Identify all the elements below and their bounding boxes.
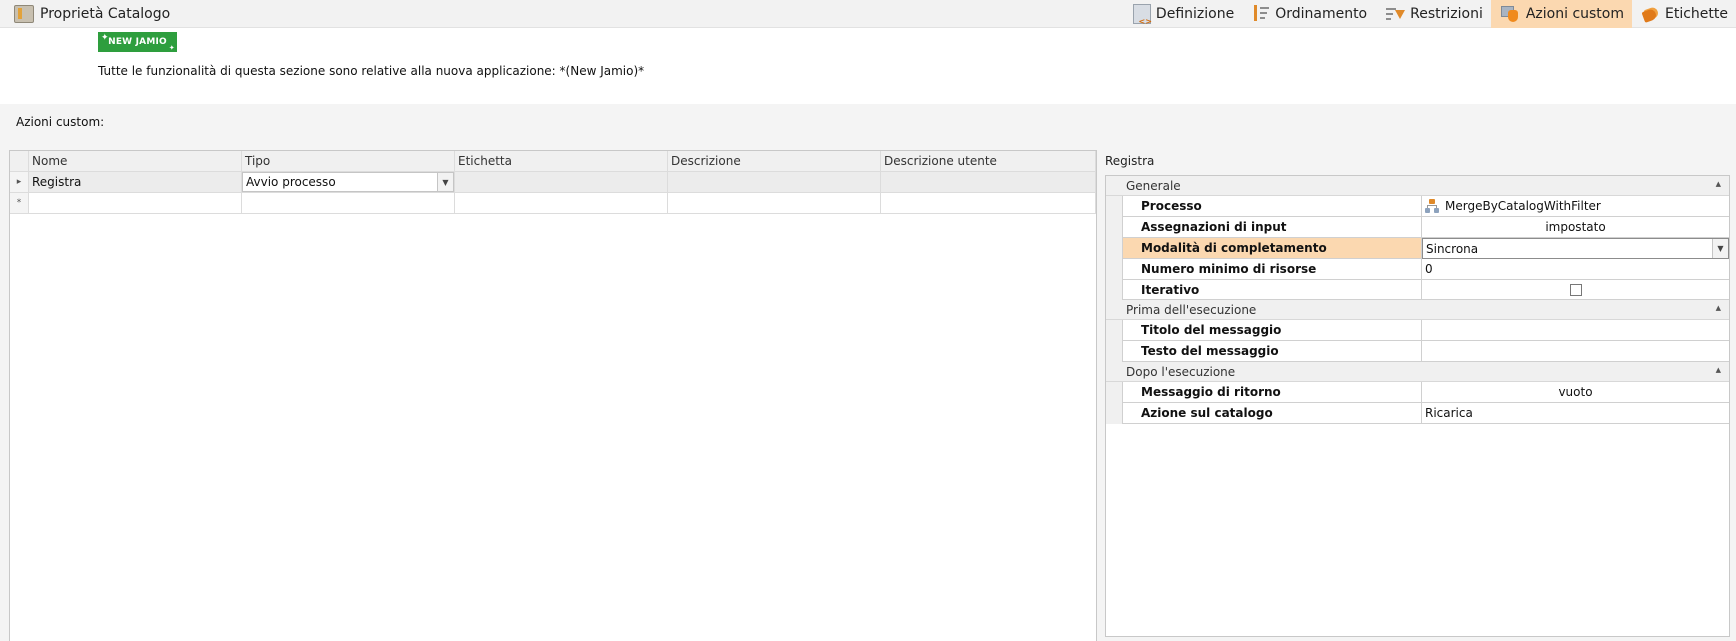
- new-cell-descrizione[interactable]: [668, 193, 881, 214]
- property-grid[interactable]: Generale ▲ Processo MergeByCatalogWithFi…: [1105, 175, 1730, 637]
- property-value[interactable]: [1422, 320, 1729, 341]
- category-dopo-esecuzione[interactable]: Dopo l'esecuzione ▲: [1106, 362, 1729, 382]
- category-label: Prima dell'esecuzione: [1126, 302, 1257, 317]
- iterativo-checkbox[interactable]: [1569, 283, 1582, 296]
- section-label: Azioni custom:: [16, 115, 105, 129]
- custom-actions-grid[interactable]: Nome Tipo Etichetta Descrizione Descrizi…: [9, 150, 1097, 641]
- property-value[interactable]: Sincrona ▼: [1422, 238, 1729, 259]
- category-prima-esecuzione[interactable]: Prima dell'esecuzione ▲: [1106, 300, 1729, 320]
- property-label: Testo del messaggio: [1122, 341, 1422, 362]
- column-header-tipo[interactable]: Tipo: [242, 151, 455, 172]
- sparkle-icon: ✦: [168, 44, 175, 52]
- chevron-down-icon[interactable]: ▼: [1712, 239, 1728, 258]
- tab-bar: Definizione Ordinamento Restrizioni Azio…: [1123, 0, 1736, 28]
- category-generale[interactable]: Generale ▲: [1106, 176, 1729, 196]
- collapse-icon[interactable]: ▲: [1716, 304, 1721, 312]
- process-icon: [1425, 199, 1439, 213]
- cell-descrizione-utente[interactable]: [881, 172, 1096, 193]
- tag-icon: [1641, 6, 1660, 23]
- new-cell-tipo[interactable]: [242, 193, 455, 214]
- new-cell-etichetta[interactable]: [455, 193, 668, 214]
- custom-action-icon: [1500, 4, 1521, 24]
- property-label: Processo: [1122, 196, 1422, 217]
- tab-azioni-custom[interactable]: Azioni custom: [1490, 0, 1632, 28]
- tab-ordinamento[interactable]: Ordinamento: [1242, 0, 1375, 28]
- chevron-down-icon[interactable]: ▼: [437, 173, 453, 191]
- property-value[interactable]: [1422, 280, 1729, 300]
- property-iterativo[interactable]: Iterativo: [1106, 280, 1729, 300]
- process-name: MergeByCatalogWithFilter: [1445, 199, 1601, 213]
- new-cell-nome[interactable]: [29, 193, 242, 214]
- tab-label: Restrizioni: [1410, 6, 1483, 22]
- property-label: Numero minimo di risorse: [1122, 259, 1422, 280]
- cell-etichetta[interactable]: [455, 172, 668, 193]
- collapse-icon[interactable]: ▲: [1716, 180, 1721, 188]
- definition-icon: [1132, 4, 1152, 26]
- property-value[interactable]: [1422, 341, 1729, 362]
- completion-mode-dropdown[interactable]: Sincrona ▼: [1422, 238, 1729, 259]
- property-label: Azione sul catalogo: [1122, 403, 1422, 424]
- tab-label: Etichette: [1665, 6, 1728, 22]
- completion-mode-value: Sincrona: [1426, 241, 1479, 256]
- column-header-descrizione-utente[interactable]: Descrizione utente: [881, 151, 1096, 172]
- row-selector[interactable]: ▸: [10, 172, 29, 193]
- property-label: Iterativo: [1122, 280, 1422, 300]
- grid-corner: [10, 151, 29, 172]
- new-cell-descrizione-utente[interactable]: [881, 193, 1096, 214]
- cell-tipo[interactable]: Avvio processo ▼: [242, 172, 455, 193]
- property-value[interactable]: Ricarica: [1422, 403, 1729, 424]
- window-title: Proprietà Catalogo: [14, 4, 170, 24]
- tab-definizione[interactable]: Definizione: [1123, 0, 1242, 28]
- property-numero-minimo-risorse[interactable]: Numero minimo di risorse 0: [1106, 259, 1729, 280]
- property-label: Titolo del messaggio: [1122, 320, 1422, 341]
- property-testo-messaggio[interactable]: Testo del messaggio: [1106, 341, 1729, 362]
- property-value[interactable]: MergeByCatalogWithFilter: [1422, 196, 1729, 217]
- property-value[interactable]: impostato: [1422, 217, 1729, 238]
- column-header-descrizione[interactable]: Descrizione: [668, 151, 881, 172]
- tipo-dropdown[interactable]: Avvio processo ▼: [242, 172, 454, 192]
- window-title-label: Proprietà Catalogo: [40, 6, 171, 22]
- badge-label: NEW JAMIO: [108, 37, 167, 47]
- property-messaggio-ritorno[interactable]: Messaggio di ritorno vuoto: [1106, 382, 1729, 403]
- tab-label: Definizione: [1155, 6, 1235, 22]
- cell-descrizione[interactable]: [668, 172, 881, 193]
- sparkle-icon: ✦: [101, 33, 109, 43]
- collapse-icon[interactable]: ▲: [1716, 366, 1721, 374]
- column-header-etichetta[interactable]: Etichetta: [455, 151, 668, 172]
- tab-etichette[interactable]: Etichette: [1632, 0, 1736, 28]
- top-toolbar: Proprietà Catalogo Definizione Ordinamen…: [0, 0, 1736, 28]
- cell-nome[interactable]: Registra: [29, 172, 242, 193]
- info-text: Tutte le funzionalità di questa sezione …: [98, 64, 645, 78]
- tab-restrizioni[interactable]: Restrizioni: [1375, 0, 1491, 28]
- grid-header: Nome Tipo Etichetta Descrizione Descrizi…: [10, 151, 1096, 172]
- property-assegnazioni-input[interactable]: Assegnazioni di input impostato: [1106, 217, 1729, 238]
- property-label: Assegnazioni di input: [1122, 217, 1422, 238]
- new-row-marker[interactable]: *: [10, 193, 29, 214]
- new-jamio-badge: ✦ NEW JAMIO ✦: [98, 32, 177, 52]
- category-label: Dopo l'esecuzione: [1126, 364, 1236, 379]
- sort-icon: [1252, 4, 1270, 24]
- tab-label: Azioni custom: [1525, 6, 1624, 22]
- tab-label: Ordinamento: [1275, 6, 1368, 22]
- filter-icon: [1385, 6, 1406, 22]
- property-titolo-messaggio[interactable]: Titolo del messaggio: [1106, 320, 1729, 341]
- property-value[interactable]: vuoto: [1422, 382, 1729, 403]
- catalog-icon: [14, 5, 34, 23]
- info-panel: ✦ NEW JAMIO ✦ Tutte le funzionalità di q…: [6, 28, 1736, 104]
- category-label: Generale: [1126, 178, 1181, 193]
- properties-title: Registra: [1105, 154, 1155, 168]
- column-header-nome[interactable]: Nome: [29, 151, 242, 172]
- table-row[interactable]: ▸ Registra Avvio processo ▼: [10, 172, 1096, 193]
- property-modalita-completamento[interactable]: Modalità di completamento Sincrona ▼: [1106, 238, 1729, 259]
- property-label: Modalità di completamento: [1122, 238, 1422, 259]
- tipo-value: Avvio processo: [246, 175, 336, 189]
- property-value[interactable]: 0: [1422, 259, 1729, 280]
- property-processo[interactable]: Processo MergeByCatalogWithFilter: [1106, 196, 1729, 217]
- new-row[interactable]: *: [10, 193, 1096, 214]
- property-azione-catalogo[interactable]: Azione sul catalogo Ricarica: [1106, 403, 1729, 424]
- property-label: Messaggio di ritorno: [1122, 382, 1422, 403]
